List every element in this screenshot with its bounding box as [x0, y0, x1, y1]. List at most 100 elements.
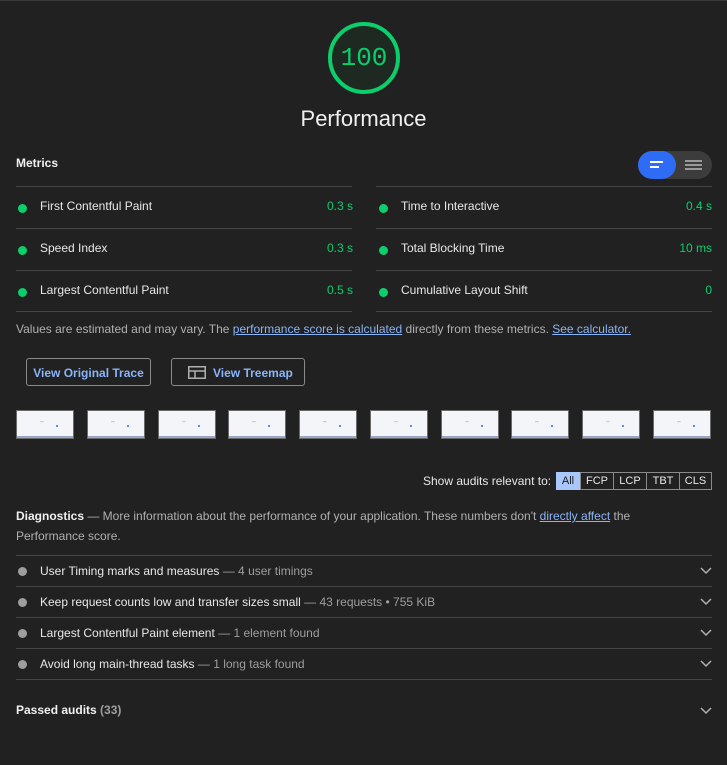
metric-first-contentful-paint: First Contentful Paint 0.3 s	[16, 186, 353, 228]
metric-time-to-interactive: Time to Interactive 0.4 s	[377, 186, 712, 228]
audit-title: Avoid long main-thread tasks — 1 long ta…	[40, 657, 305, 671]
metrics-heading: Metrics	[16, 156, 59, 170]
pass-status-icon	[18, 246, 27, 255]
audit-name: Largest Contentful Paint element	[40, 626, 215, 640]
frame-content: ""	[40, 421, 44, 427]
metric-total-blocking-time: Total Blocking Time 10 ms	[377, 228, 712, 270]
frame-mark	[268, 425, 270, 427]
filmstrip-frame: ""	[511, 410, 569, 439]
filmstrip-frame: ""	[87, 410, 145, 439]
disclaimer-text: directly from these metrics.	[402, 322, 553, 336]
audit-lcp-element[interactable]: Largest Contentful Paint element — 1 ele…	[16, 618, 712, 648]
frame-bar	[583, 436, 639, 438]
filmstrip-frame: ""	[16, 410, 74, 439]
list-icon-part	[685, 168, 702, 170]
chevron-down-icon	[700, 629, 712, 637]
frame-bar	[442, 436, 498, 438]
audit-name: Keep request counts low and transfer siz…	[40, 595, 301, 609]
top-divider	[0, 0, 727, 1]
filter-cls[interactable]: CLS	[679, 472, 712, 490]
info-status-icon	[18, 629, 27, 638]
filmstrip-frame: ""	[158, 410, 216, 439]
directly-affect-link[interactable]: directly affect	[540, 509, 610, 523]
audit-resource-summary[interactable]: Keep request counts low and transfer siz…	[16, 587, 712, 617]
filmstrip-frame: ""	[582, 410, 640, 439]
audit-name: User Timing marks and measures	[40, 564, 220, 578]
filter-lcp[interactable]: LCP	[613, 472, 647, 490]
frame-mark	[127, 425, 129, 427]
divider	[376, 311, 712, 312]
passed-audits-toggle[interactable]: Passed audits (33)	[16, 703, 121, 717]
metric-value: 0.3 s	[326, 199, 353, 213]
lines-icon-part	[650, 166, 659, 168]
metric-largest-contentful-paint: Largest Contentful Paint 0.5 s	[16, 270, 353, 312]
view-original-trace-button[interactable]: View Original Trace	[26, 358, 151, 386]
metric-name: Largest Contentful Paint	[40, 283, 169, 297]
audit-detail: — 4 user timings	[219, 564, 313, 578]
performance-score-gauge: 100	[327, 21, 401, 95]
audit-detail: — 1 element found	[214, 626, 320, 640]
frame-mark	[339, 425, 341, 427]
filmstrip-frame: ""	[228, 410, 286, 439]
pass-status-icon	[18, 288, 27, 297]
frame-bar	[17, 436, 73, 438]
frame-mark	[551, 425, 553, 427]
metric-name: Speed Index	[40, 241, 108, 255]
frame-bar	[88, 436, 144, 438]
frame-content: ""	[677, 421, 681, 427]
pass-status-icon	[379, 246, 388, 255]
frame-mark	[410, 425, 412, 427]
frame-mark	[481, 425, 483, 427]
info-status-icon	[18, 598, 27, 607]
frame-content: ""	[323, 421, 327, 427]
frame-bar	[159, 436, 215, 438]
metrics-disclaimer: Values are estimated and may vary. The p…	[16, 322, 631, 336]
metric-value: 10 ms	[679, 241, 712, 255]
metric-speed-index: Speed Index 0.3 s	[16, 228, 353, 270]
pass-status-icon	[379, 288, 388, 297]
info-status-icon	[18, 567, 27, 576]
frame-content: ""	[111, 421, 115, 427]
toggle-expanded-view[interactable]	[638, 151, 676, 179]
chevron-down-icon[interactable]	[700, 707, 712, 715]
metrics-view-toggle[interactable]	[638, 151, 712, 179]
filter-tbt[interactable]: TBT	[646, 472, 680, 490]
frame-content: ""	[535, 421, 539, 427]
frame-mark	[56, 425, 58, 427]
frame-mark	[693, 425, 695, 427]
audit-detail: — 1 long task found	[194, 657, 305, 671]
audit-title: User Timing marks and measures — 4 user …	[40, 564, 313, 578]
frame-content: ""	[606, 421, 610, 427]
metric-cumulative-layout-shift: Cumulative Layout Shift 0	[377, 270, 712, 312]
filter-all[interactable]: All	[556, 472, 580, 490]
pass-status-icon	[379, 204, 388, 213]
passed-audits-count: (33)	[100, 703, 122, 717]
list-icon-part	[685, 164, 702, 166]
audit-long-tasks[interactable]: Avoid long main-thread tasks — 1 long ta…	[16, 649, 712, 679]
frame-mark	[198, 425, 200, 427]
audit-user-timings[interactable]: User Timing marks and measures — 4 user …	[16, 556, 712, 586]
frame-content: ""	[252, 421, 256, 427]
diagnostics-description: Diagnostics — More information about the…	[16, 506, 696, 546]
divider	[16, 679, 712, 680]
frame-bar	[371, 436, 427, 438]
score-calculated-link[interactable]: performance score is calculated	[233, 322, 402, 336]
performance-score: 100	[340, 43, 388, 73]
metric-value: 0.4 s	[685, 199, 712, 213]
filter-fcp[interactable]: FCP	[580, 472, 614, 490]
view-treemap-label: View Treemap	[213, 366, 293, 380]
metric-name: Total Blocking Time	[401, 241, 505, 255]
info-status-icon	[18, 660, 27, 669]
list-icon	[685, 160, 702, 162]
frame-bar	[512, 436, 568, 438]
view-treemap-button[interactable]: View Treemap	[171, 358, 305, 386]
audit-detail: — 43 requests • 755 KiB	[300, 595, 436, 609]
metric-name: Cumulative Layout Shift	[401, 283, 528, 297]
disclaimer-text: Values are estimated and may vary. The	[16, 322, 233, 336]
metric-name: Time to Interactive	[401, 199, 500, 213]
lines-icon	[650, 161, 663, 163]
chevron-down-icon	[700, 660, 712, 668]
see-calculator-link[interactable]: See calculator.	[552, 322, 631, 336]
frame-bar	[229, 436, 285, 438]
frame-content: ""	[182, 421, 186, 427]
